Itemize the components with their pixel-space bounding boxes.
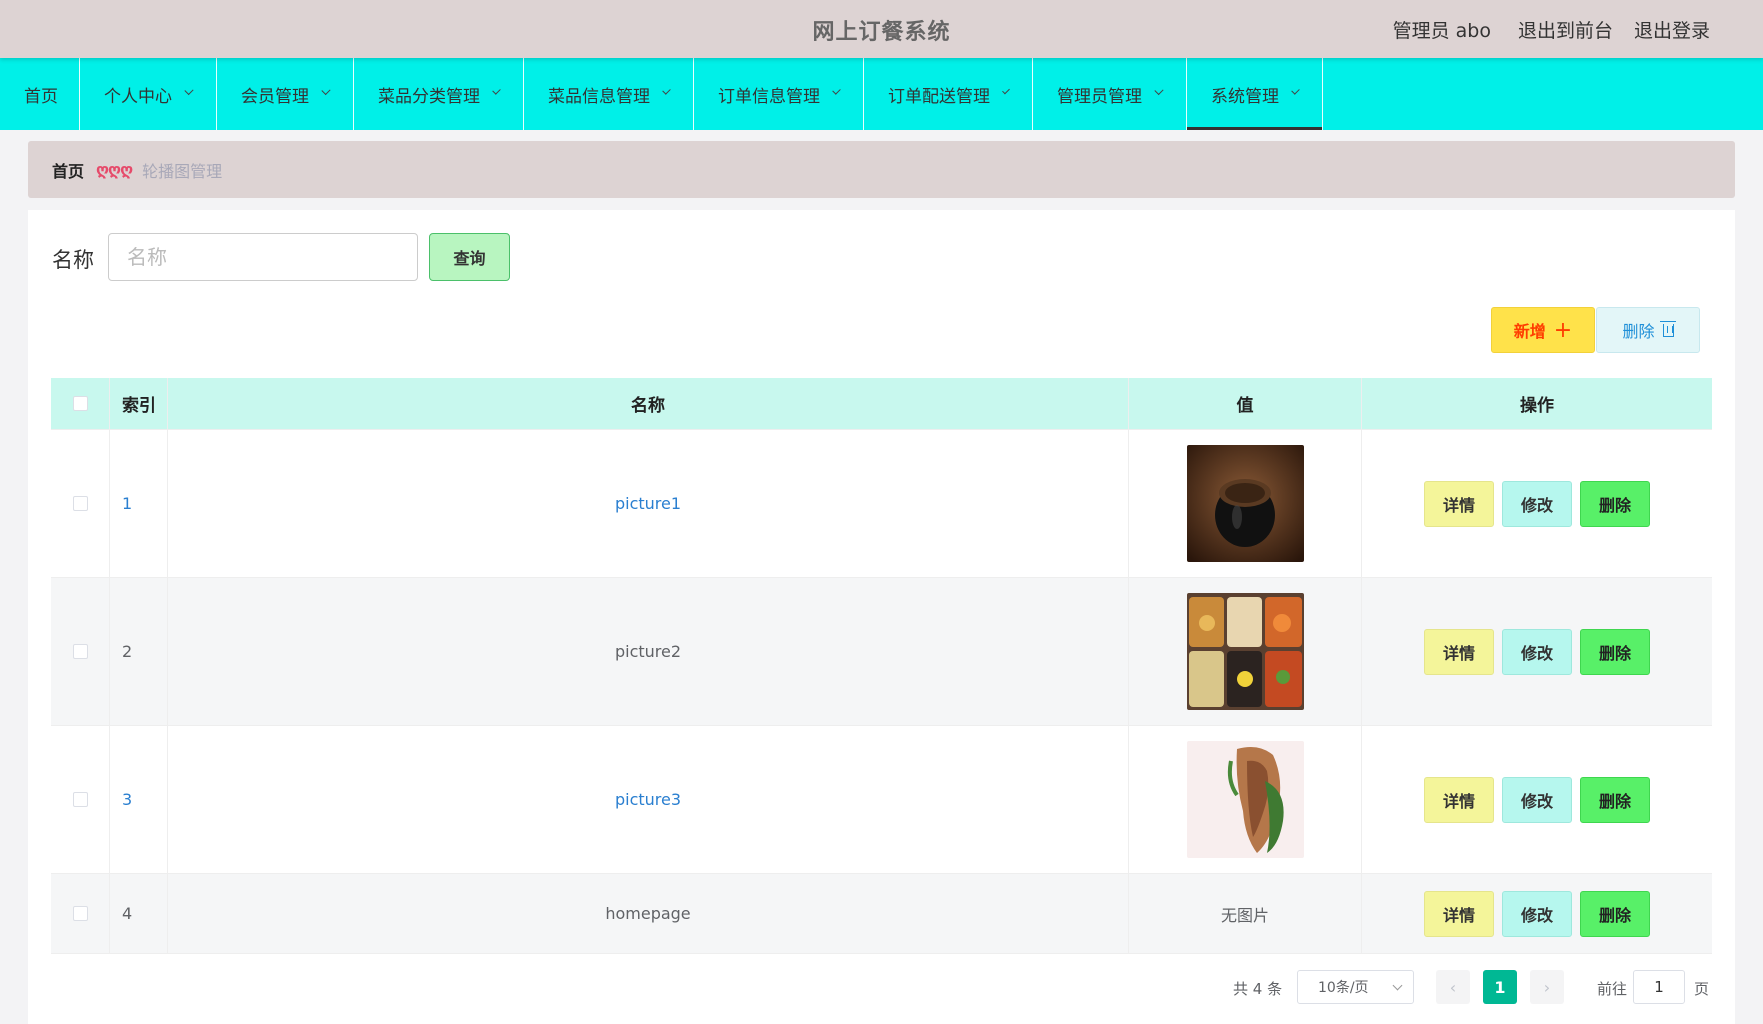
breadcrumb-current: 轮播图管理	[142, 161, 223, 181]
nav-item-members[interactable]: 会员管理	[217, 58, 354, 130]
batch-delete-button[interactable]: 删除	[1596, 307, 1700, 353]
no-image-text: 无图片	[1129, 874, 1362, 953]
chevron-down-icon	[492, 85, 501, 95]
chevron-down-icon	[1291, 85, 1300, 95]
chevron-down-icon	[1154, 85, 1164, 95]
chevron-right-icon: ›	[1543, 977, 1551, 997]
nav-label: 首页	[24, 86, 58, 107]
row-name: picture2	[168, 578, 1129, 725]
header-index: 索引	[110, 378, 168, 429]
edit-button[interactable]: 修改	[1502, 890, 1572, 937]
nav-label: 订单配送管理	[888, 86, 990, 107]
chevron-down-icon	[184, 85, 194, 95]
logout-link[interactable]: 退出登录	[1634, 16, 1710, 43]
detail-button[interactable]: 详情	[1424, 628, 1494, 675]
detail-button[interactable]: 详情	[1424, 776, 1494, 823]
nav-item-system[interactable]: 系统管理	[1187, 58, 1323, 130]
row-image-dishes[interactable]	[1186, 593, 1304, 710]
select-all-checkbox[interactable]	[72, 396, 88, 411]
row-name: homepage	[168, 874, 1129, 953]
page-size-value: 10条/页	[1318, 980, 1369, 996]
row-name: picture3	[168, 726, 1129, 873]
query-button[interactable]: 查询	[429, 233, 510, 281]
add-button-label: 新增	[1513, 322, 1546, 341]
goto-label: 前往	[1597, 980, 1628, 998]
current-user: 管理员 abo	[1392, 20, 1491, 42]
row-index: 1	[110, 430, 168, 577]
row-index: 4	[110, 874, 168, 953]
nav-item-personal[interactable]: 个人中心	[80, 58, 217, 130]
page-size-select[interactable]: 10条/页	[1297, 970, 1414, 1004]
header-name: 名称	[168, 378, 1129, 429]
table-row: 2 picture2 详情 修改 删除	[51, 578, 1712, 726]
header-value: 值	[1129, 378, 1362, 429]
nav-label: 管理员管理	[1057, 86, 1142, 107]
main-nav: 首页 个人中心 会员管理 菜品分类管理 菜品信息管理 订单信息管理 订单配送管理…	[0, 58, 1763, 130]
row-name: picture1	[168, 430, 1129, 577]
delete-button[interactable]: 删除	[1580, 776, 1650, 823]
chevron-down-icon	[662, 85, 671, 95]
delete-button[interactable]: 删除	[1580, 890, 1650, 937]
breadcrumb-separator: ღღღ	[96, 160, 133, 179]
page-suffix: 页	[1694, 980, 1710, 998]
row-checkbox[interactable]	[72, 496, 88, 511]
goto-page-input[interactable]	[1633, 970, 1685, 1004]
edit-button[interactable]: 修改	[1502, 628, 1572, 675]
row-image-coffee[interactable]	[1186, 445, 1304, 562]
app-title: 网上订餐系统	[812, 20, 951, 45]
header-ops: 操作	[1520, 396, 1554, 416]
row-index: 3	[110, 726, 168, 873]
nav-label: 个人中心	[104, 86, 172, 107]
row-checkbox[interactable]	[72, 906, 88, 921]
detail-button[interactable]: 详情	[1424, 890, 1494, 937]
table-header: 索引 名称 值 操作	[51, 378, 1712, 430]
total-count: 共 4 条	[1233, 980, 1283, 998]
exit-to-front-link[interactable]: 退出到前台	[1518, 16, 1613, 43]
chevron-down-icon	[1392, 980, 1403, 991]
banner-table: 索引 名称 值 操作 1 picture1 详情 修改 删除 2 picture…	[51, 378, 1712, 954]
nav-label: 菜品分类管理	[378, 86, 480, 107]
nav-label: 订单信息管理	[718, 86, 820, 107]
chevron-left-icon: ‹	[1449, 977, 1457, 997]
table-row: 3 picture3 详情 修改 删除	[51, 726, 1712, 874]
content-card: 名称 查询 新增 + 删除 索引 名称 值 操作 1 picture1	[28, 210, 1735, 1024]
chevron-down-icon	[832, 85, 841, 95]
nav-item-admin[interactable]: 管理员管理	[1033, 58, 1187, 130]
row-image-food[interactable]	[1186, 741, 1304, 858]
delete-button[interactable]: 删除	[1580, 628, 1650, 675]
chevron-down-icon	[321, 85, 331, 95]
nav-item-order-delivery[interactable]: 订单配送管理	[864, 58, 1033, 130]
trash-icon	[1659, 320, 1676, 337]
nav-label: 菜品信息管理	[548, 86, 650, 107]
plus-icon: +	[1553, 317, 1573, 343]
next-page-button[interactable]: ›	[1530, 970, 1564, 1004]
row-index: 2	[110, 578, 168, 725]
nav-label: 系统管理	[1211, 86, 1279, 107]
breadcrumb-home[interactable]: 首页	[52, 158, 84, 182]
add-button[interactable]: 新增 +	[1491, 307, 1595, 353]
breadcrumb: 首页 ღღღ 轮播图管理	[28, 141, 1735, 198]
delete-button[interactable]: 删除	[1580, 480, 1650, 527]
name-search-input[interactable]	[108, 233, 418, 281]
table-row: 4 homepage 无图片 详情 修改 删除	[51, 874, 1712, 954]
page-number-current[interactable]: 1	[1483, 970, 1517, 1004]
pagination: 共 4 条 10条/页 ‹ 1 › 前往 页	[28, 970, 1735, 1004]
edit-button[interactable]: 修改	[1502, 480, 1572, 527]
nav-item-home[interactable]: 首页	[0, 58, 80, 130]
nav-item-dish-category[interactable]: 菜品分类管理	[354, 58, 524, 130]
table-row: 1 picture1 详情 修改 删除	[51, 430, 1712, 578]
edit-button[interactable]: 修改	[1502, 776, 1572, 823]
search-label: 名称	[52, 248, 94, 272]
prev-page-button[interactable]: ‹	[1436, 970, 1470, 1004]
detail-button[interactable]: 详情	[1424, 480, 1494, 527]
nav-item-order-info[interactable]: 订单信息管理	[694, 58, 864, 130]
top-header: 网上订餐系统 管理员 abo 退出到前台 退出登录	[0, 0, 1763, 58]
row-checkbox[interactable]	[72, 792, 88, 807]
batch-delete-label: 删除	[1622, 322, 1655, 341]
chevron-down-icon	[1002, 86, 1010, 94]
row-checkbox[interactable]	[72, 644, 88, 659]
nav-item-dish-info[interactable]: 菜品信息管理	[524, 58, 694, 130]
nav-label: 会员管理	[241, 86, 309, 107]
